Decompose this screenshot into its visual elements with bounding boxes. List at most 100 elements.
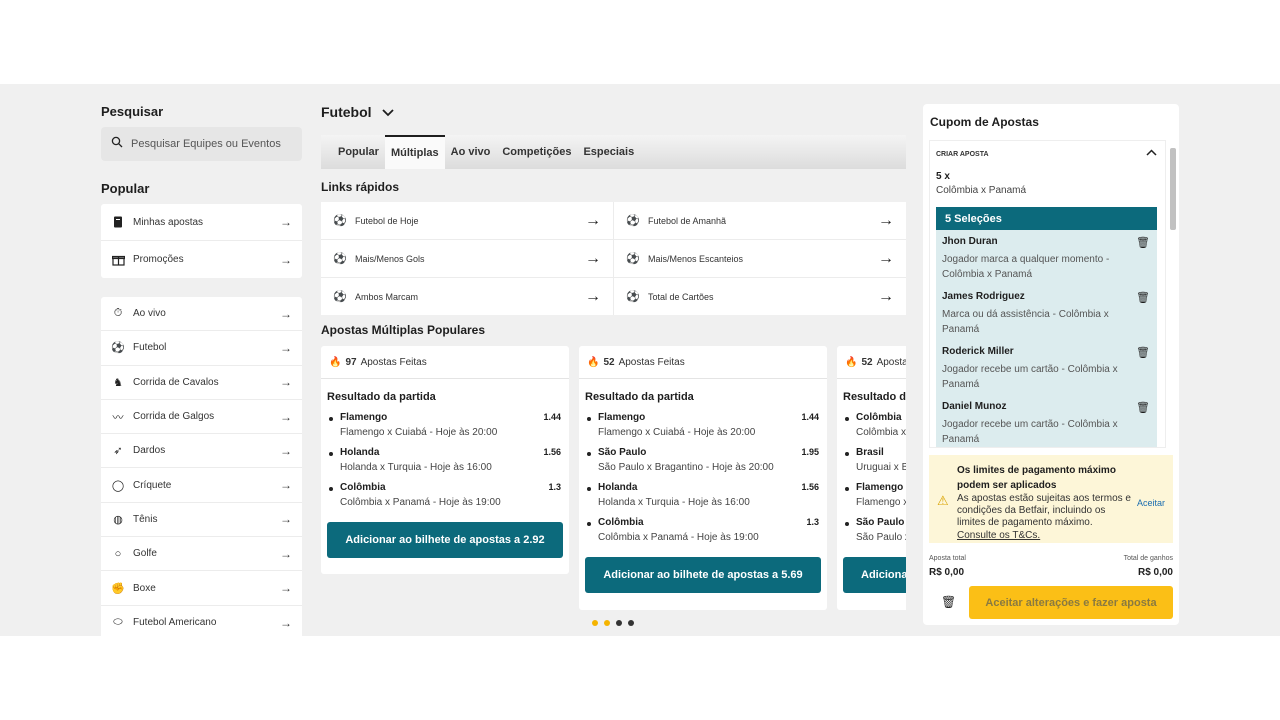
search-icon — [111, 135, 123, 153]
sport-item-greyhound-racing[interactable]: 〰 Corrida de Galgos → — [101, 400, 302, 435]
betslip-title: Cupom de Apostas — [930, 115, 1039, 129]
quick-links-grid: ⚽ Futebol de Hoje → ⚽ Futebol de Amanhã → ⚽ M… — [321, 202, 906, 315]
sport-item-golf[interactable]: ○ Golfe → — [101, 537, 302, 572]
sport-item-horse-racing[interactable]: ♞ Corrida de Cavalos → — [101, 366, 302, 400]
popular-title: Popular — [101, 181, 150, 196]
quick-link-over-under-corners[interactable]: ⚽ Mais/Menos Escanteios → — [614, 240, 906, 277]
arrow-right-icon: → — [280, 409, 292, 424]
accas-carousel: 🔥 97 Apostas Feitas Resultado da partida… — [321, 346, 906, 614]
quick-link-label: Futebol de Amanhã — [648, 215, 727, 226]
soccer-ball-icon: ⚽ — [333, 253, 347, 265]
trash-icon[interactable]: 🗑 — [1136, 401, 1150, 414]
sport-item-live[interactable]: ⏱ Ao vivo → — [101, 297, 302, 332]
arrow-right-icon: → — [280, 443, 292, 458]
popular-item-label: Minhas apostas — [133, 216, 204, 228]
bet-leg: Daniel Munoz Jogador recebe um cartão - … — [942, 401, 1152, 447]
trash-icon[interactable]: 🗑 — [1136, 236, 1150, 249]
bets-count: 52 — [603, 356, 615, 368]
selection-name: São Paulo — [856, 517, 905, 528]
sport-item-boxing[interactable]: ✊ Boxe → — [101, 571, 302, 606]
quick-link-total-cards[interactable]: ⚽ Total de Cartões → — [614, 278, 906, 315]
leg-player: James Rodriguez — [942, 291, 1025, 302]
page-title: Futebol — [321, 104, 372, 120]
selection-event: Flamengo x Cuiabá — [856, 497, 906, 508]
selections-list: Jhon Duran Jogador marca a qualquer mome… — [936, 230, 1157, 447]
accept-warning-link[interactable]: Aceitar — [1137, 498, 1165, 508]
sport-item-cricket[interactable]: ◯ Críquete → — [101, 468, 302, 503]
arrow-right-icon: → — [280, 340, 292, 355]
terms-link[interactable]: Consulte os T&Cs. — [957, 530, 1040, 541]
carousel-dot[interactable] — [604, 620, 610, 626]
sports-list: ⏱ Ao vivo → ⚽ Futebol → ♞ Corrida de Cavalos →… — [101, 297, 302, 636]
quick-link-label: Mais/Menos Escanteios — [648, 253, 744, 264]
selection-name: Flamengo — [340, 412, 388, 423]
quick-link-tomorrow[interactable]: ⚽ Futebol de Amanhã → — [614, 202, 906, 239]
sport-item-american-football[interactable]: ⬭ Futebol Americano → — [101, 606, 302, 636]
boxing-glove-icon: ✊ — [111, 582, 125, 595]
sport-item-tennis[interactable]: ◍ Tênis → — [101, 503, 302, 538]
clear-betslip-icon[interactable]: 🗑 — [941, 595, 956, 609]
acca-card-header: 🔥 52 Apostas Feitas — [579, 346, 827, 379]
leg-player: Daniel Munoz — [942, 401, 1007, 412]
tab-competitions[interactable]: Competições — [496, 135, 577, 169]
market-name: Resultado da partida — [327, 391, 436, 403]
selection-name: São Paulo — [598, 447, 647, 458]
trash-icon[interactable]: 🗑 — [1136, 346, 1150, 359]
quick-link-label: Mais/Menos Gols — [355, 253, 425, 264]
selection-odd: 1.44 — [543, 412, 561, 422]
quick-link-both-score[interactable]: ⚽ Ambos Marcam → — [321, 278, 613, 315]
acca-card: 🔥 52 Apostas Feitas Resultado da partida… — [579, 346, 827, 610]
selection-event: Uruguai x Brasil — [856, 462, 906, 473]
tab-specials[interactable]: Especiais — [577, 135, 640, 169]
add-to-betslip-button[interactable]: Adicionar ao bilhete de apostas a 5.69 — [585, 557, 821, 593]
bullet — [587, 487, 591, 491]
arrow-right-icon: → — [280, 546, 292, 561]
quick-link-over-under-goals[interactable]: ⚽ Mais/Menos Gols → — [321, 240, 613, 277]
warning-title: Os limites de pagamento máximo podem ser… — [957, 465, 1116, 491]
selection-event: São Paulo x Bragantino - Hoje às 20:00 — [598, 462, 774, 473]
bullet — [329, 452, 333, 456]
betslip-scrollbar[interactable] — [1169, 144, 1177, 444]
search-input[interactable] — [131, 138, 291, 150]
sport-selector[interactable]: Futebol — [321, 104, 394, 120]
warning-icon: ⚠ — [937, 493, 949, 508]
quick-link-label: Futebol de Hoje — [355, 215, 419, 226]
arrow-right-icon: → — [280, 615, 292, 630]
selection-event: Colômbia x Panamá — [856, 427, 906, 438]
betslip-scroll-area[interactable]: CRIAR APOSTA 5 x Colômbia x Panamá 5 Sel… — [929, 140, 1166, 448]
chevron-up-icon[interactable] — [1146, 148, 1157, 159]
trash-icon[interactable]: 🗑 — [1136, 291, 1150, 304]
bullet — [587, 417, 591, 421]
popular-item-my-bets[interactable]: Minhas apostas → — [101, 204, 302, 241]
bet-leg: Roderick Miller Jogador recebe um cartão… — [942, 346, 1152, 392]
horse-icon: ♞ — [113, 376, 123, 389]
dart-icon: ➶ — [113, 445, 123, 458]
carousel-dot[interactable] — [616, 620, 622, 626]
carousel-dot[interactable] — [592, 620, 598, 626]
place-bet-button[interactable]: Aceitar alterações e fazer aposta — [969, 586, 1173, 619]
bullet — [845, 522, 849, 526]
quick-link-today[interactable]: ⚽ Futebol de Hoje → — [321, 202, 613, 239]
scrollbar-thumb[interactable] — [1170, 148, 1176, 230]
sport-item-football[interactable]: ⚽ Futebol → — [101, 331, 302, 366]
gift-icon — [111, 253, 125, 267]
tab-popular[interactable]: Popular — [332, 135, 385, 169]
leg-description: Jogador marca a qualquer momento - Colôm… — [942, 254, 1110, 280]
warning-description: As apostas estão sujeitas aos termos e c… — [957, 493, 1131, 528]
acca-selection: Colômbia 1.3 Colômbia x Panamá - Hoje às 1… — [579, 517, 827, 543]
popular-item-promotions[interactable]: Promoções → — [101, 241, 302, 278]
tab-live[interactable]: Ao vivo — [445, 135, 497, 169]
arrow-right-icon: → — [280, 252, 292, 267]
search-box[interactable] — [101, 127, 302, 161]
selection-name: Holanda — [340, 447, 380, 458]
sport-item-darts[interactable]: ➶ Dardos → — [101, 434, 302, 469]
selection-name: Flamengo — [856, 482, 904, 493]
carousel-dot[interactable] — [628, 620, 634, 626]
tab-multiples[interactable]: Múltiplas — [384, 135, 445, 169]
sport-item-label: Futebol Americano — [133, 617, 217, 629]
selection-event: Colômbia x Panamá - Hoje às 19:00 — [340, 497, 501, 508]
bet-quantity: 5 x — [936, 171, 950, 182]
add-to-betslip-button[interactable]: Adicionar ao bilhete de apostas — [843, 557, 906, 593]
leg-player: Jhon Duran — [942, 236, 998, 247]
add-to-betslip-button[interactable]: Adicionar ao bilhete de apostas a 2.92 — [327, 522, 563, 558]
